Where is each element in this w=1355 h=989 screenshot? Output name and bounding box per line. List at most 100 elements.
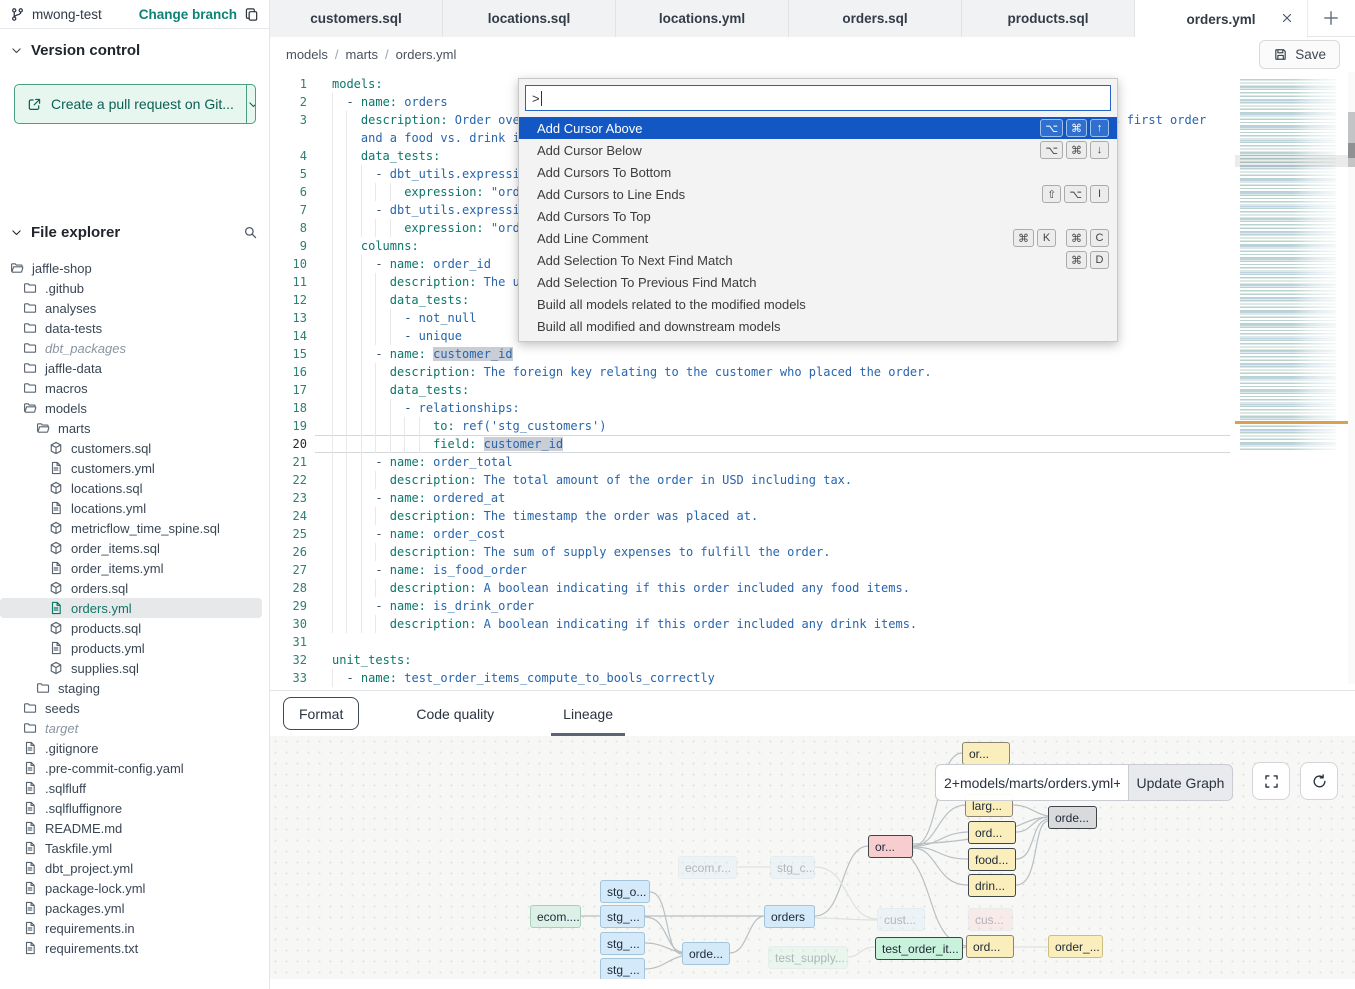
editor-line[interactable]: 16description: The foreign key relating … xyxy=(270,363,1355,381)
new-tab-button[interactable] xyxy=(1308,0,1354,36)
tree-item-staging[interactable]: staging xyxy=(0,678,270,698)
lineage-node-food-[interactable]: food... xyxy=(968,848,1016,871)
lineage-node-ecom-[interactable]: ecom.... xyxy=(530,905,581,928)
tree-item-customers-sql[interactable]: customers.sql xyxy=(0,438,270,458)
palette-item-add-selection-to-next-find-match[interactable]: Add Selection To Next Find Match⌘D xyxy=(519,249,1117,271)
palette-item-add-cursors-to-top[interactable]: Add Cursors To Top xyxy=(519,205,1117,227)
tree-item-packages-yml[interactable]: packages.yml xyxy=(0,898,270,918)
command-palette-input[interactable]: > xyxy=(525,85,1111,111)
minimap-viewport[interactable] xyxy=(1235,155,1348,167)
tree-item-products-sql[interactable]: products.sql xyxy=(0,618,270,638)
tree-item-package-lock-yml[interactable]: package-lock.yml xyxy=(0,878,270,898)
lineage-node-drin-[interactable]: drin... xyxy=(968,874,1016,897)
tree-item--gitignore[interactable]: .gitignore xyxy=(0,738,270,758)
copy-branch-icon[interactable] xyxy=(244,7,259,22)
tab-lineage[interactable]: Lineage xyxy=(551,691,625,736)
lineage-node-stg-[interactable]: stg_... xyxy=(600,958,645,979)
editor-line[interactable]: 23- name: ordered_at xyxy=(270,489,1355,507)
tree-item-analyses[interactable]: analyses xyxy=(0,298,270,318)
lineage-node-cust-[interactable]: cust... xyxy=(877,908,925,931)
tree-item-models[interactable]: models xyxy=(0,398,270,418)
tree-item--sqlfluff[interactable]: .sqlfluff xyxy=(0,778,270,798)
tree-item-orders-sql[interactable]: orders.sql xyxy=(0,578,270,598)
editor-line[interactable]: 17data_tests: xyxy=(270,381,1355,399)
tree-item-jaffle-shop[interactable]: jaffle-shop xyxy=(0,258,270,278)
save-button[interactable]: Save xyxy=(1259,40,1340,69)
tab-locations-yml[interactable]: locations.yml xyxy=(616,0,789,37)
tree-item-taskfile-yml[interactable]: Taskfile.yml xyxy=(0,838,270,858)
tree-item-locations-yml[interactable]: locations.yml xyxy=(0,498,270,518)
tree-item--github[interactable]: .github xyxy=(0,278,270,298)
editor-line[interactable]: 27- name: is_food_order xyxy=(270,561,1355,579)
lineage-node-stg-[interactable]: stg_... xyxy=(600,932,645,955)
palette-item-add-cursor-below[interactable]: Add Cursor Below⌥⌘↓ xyxy=(519,139,1117,161)
lineage-node-test-order-it-[interactable]: test_order_it... xyxy=(875,937,963,960)
editor-line[interactable]: 30description: A boolean indicating if t… xyxy=(270,615,1355,633)
search-icon[interactable] xyxy=(243,225,258,240)
editor-line[interactable]: 31 xyxy=(270,633,1355,651)
editor-line[interactable]: 29- name: is_drink_order xyxy=(270,597,1355,615)
lineage-node-ord-[interactable]: ord... xyxy=(966,935,1014,958)
tree-item-requirements-in[interactable]: requirements.in xyxy=(0,918,270,938)
tree-item-locations-sql[interactable]: locations.sql xyxy=(0,478,270,498)
minimap[interactable] xyxy=(1235,75,1348,687)
tree-item--pre-commit-config-yaml[interactable]: .pre-commit-config.yaml xyxy=(0,758,270,778)
file-explorer-header[interactable]: File explorer xyxy=(0,218,270,247)
scrollbar-thumb[interactable] xyxy=(1348,112,1355,167)
lineage-node-order-[interactable]: order_... xyxy=(1048,935,1103,958)
tab-orders-sql[interactable]: orders.sql xyxy=(789,0,962,37)
pr-dropdown-caret[interactable] xyxy=(247,85,256,123)
editor-line[interactable]: 19to: ref('stg_customers') xyxy=(270,417,1355,435)
editor-current-line[interactable]: 20field: customer_id xyxy=(270,435,1355,453)
version-control-header[interactable]: Version control xyxy=(0,29,269,67)
editor-line[interactable]: 26description: The sum of supply expense… xyxy=(270,543,1355,561)
editor-line[interactable]: 33- name: test_order_items_compute_to_bo… xyxy=(270,669,1355,687)
tree-item-target[interactable]: target xyxy=(0,718,270,738)
editor-line[interactable]: 24description: The timestamp the order w… xyxy=(270,507,1355,525)
tree-item-order-items-sql[interactable]: order_items.sql xyxy=(0,538,270,558)
fullscreen-button[interactable] xyxy=(1252,762,1290,800)
tree-item--sqlfluffignore[interactable]: .sqlfluffignore xyxy=(0,798,270,818)
change-branch-link[interactable]: Change branch xyxy=(139,7,237,22)
lineage-node-cus-[interactable]: cus... xyxy=(968,908,1013,931)
lineage-node-orde-[interactable]: orde... xyxy=(1048,806,1097,829)
tree-item-products-yml[interactable]: products.yml xyxy=(0,638,270,658)
lineage-graph[interactable]: or...larg...orde...or...ord...food...dri… xyxy=(270,736,1355,979)
update-graph-button[interactable]: Update Graph xyxy=(1128,764,1233,801)
palette-item-add-cursors-to-bottom[interactable]: Add Cursors To Bottom xyxy=(519,161,1117,183)
lineage-node-test-supply-[interactable]: test_supply... xyxy=(768,946,848,969)
editor-line[interactable]: 21- name: order_total xyxy=(270,453,1355,471)
lineage-node-ord-[interactable]: ord... xyxy=(968,821,1016,844)
editor-line[interactable]: 22description: The total amount of the o… xyxy=(270,471,1355,489)
tree-item-order-items-yml[interactable]: order_items.yml xyxy=(0,558,270,578)
lineage-node-or-[interactable]: or... xyxy=(962,742,1010,765)
tab-orders-yml[interactable]: orders.yml xyxy=(1135,0,1308,38)
tree-item-macros[interactable]: macros xyxy=(0,378,270,398)
tree-item-dbt-packages[interactable]: dbt_packages xyxy=(0,338,270,358)
lineage-node-stg-o-[interactable]: stg_o... xyxy=(600,880,650,903)
tree-item-supplies-sql[interactable]: supplies.sql xyxy=(0,658,270,678)
breadcrumb-models[interactable]: models xyxy=(286,47,328,62)
tree-item-seeds[interactable]: seeds xyxy=(0,698,270,718)
refresh-button[interactable] xyxy=(1300,762,1338,800)
tab-locations-sql[interactable]: locations.sql xyxy=(443,0,616,37)
tab-customers-sql[interactable]: customers.sql xyxy=(270,0,443,37)
tree-item-readme-md[interactable]: README.md xyxy=(0,818,270,838)
lineage-node-orde-[interactable]: orde... xyxy=(682,942,730,965)
lineage-node-stg-[interactable]: stg_... xyxy=(600,905,645,928)
lineage-node-stg-c-[interactable]: stg_c... xyxy=(770,856,815,879)
palette-item-add-cursors-to-line-ends[interactable]: Add Cursors to Line Ends⇧⌥I xyxy=(519,183,1117,205)
editor-line[interactable]: 32unit_tests: xyxy=(270,651,1355,669)
editor-line[interactable]: 15- name: customer_id xyxy=(270,345,1355,363)
editor-line[interactable]: 18- relationships: xyxy=(270,399,1355,417)
palette-item-build-all-models-related-to-the-modified-models[interactable]: Build all models related to the modified… xyxy=(519,293,1117,315)
palette-item-build-all-modified-and-downstream-models[interactable]: Build all modified and downstream models xyxy=(519,315,1117,337)
lineage-node-ecom-r-[interactable]: ecom.r... xyxy=(678,856,737,879)
breadcrumb-file[interactable]: orders.yml xyxy=(396,47,457,62)
close-icon[interactable] xyxy=(1280,11,1294,25)
tree-item-data-tests[interactable]: data-tests xyxy=(0,318,270,338)
tree-item-marts[interactable]: marts xyxy=(0,418,270,438)
format-button[interactable]: Format xyxy=(283,697,359,730)
tab-code-quality[interactable]: Code quality xyxy=(404,691,506,736)
create-pr-button[interactable]: Create a pull request on Git... xyxy=(14,84,256,124)
